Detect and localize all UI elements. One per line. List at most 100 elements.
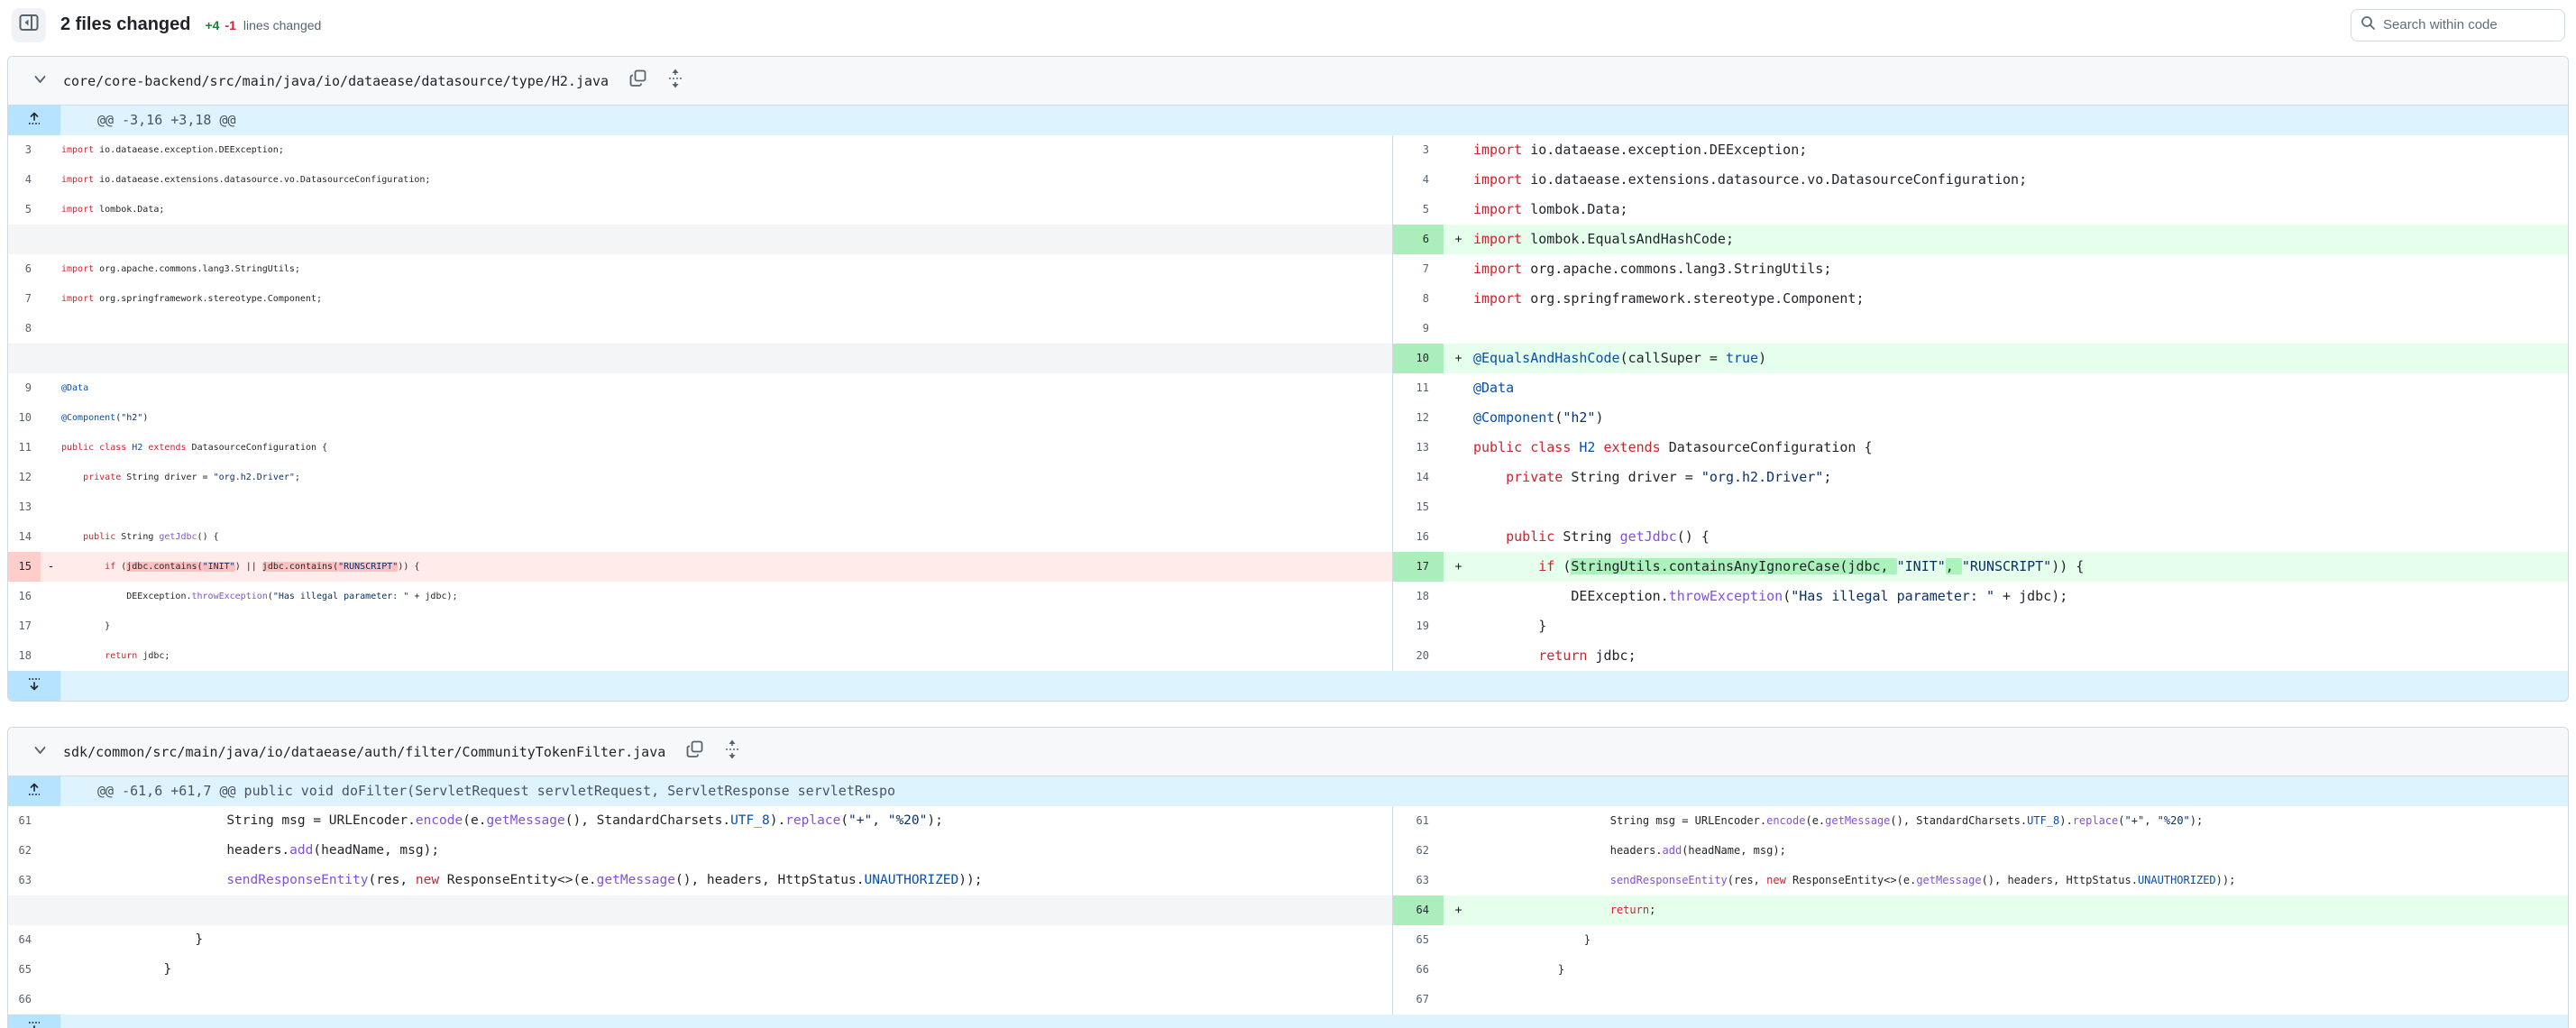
code-line: String msg = URLEncoder.encode(e.getMess… [61, 806, 1392, 836]
line-number[interactable]: 12 [1393, 403, 1444, 433]
line-number[interactable]: 14 [8, 522, 41, 552]
line-number[interactable]: 65 [8, 955, 41, 985]
line-number[interactable]: 4 [8, 165, 41, 195]
line-number[interactable]: 62 [8, 836, 41, 866]
diff-line-ctx: 14 private String driver = "org.h2.Drive… [1393, 463, 2568, 492]
expand-file-button[interactable] [725, 739, 739, 764]
line-number[interactable]: 11 [1393, 373, 1444, 403]
line-number[interactable]: 61 [1393, 806, 1444, 836]
line-number[interactable]: 62 [1393, 836, 1444, 866]
line-number[interactable]: 18 [1393, 582, 1444, 611]
search-input[interactable] [2383, 17, 2562, 32]
code-line: sendResponseEntity(res, new ResponseEnti… [61, 866, 1392, 895]
diff-sign [41, 806, 61, 836]
diff-row: 64 }65 } [8, 925, 2568, 955]
code-line: @Data [1473, 373, 2568, 403]
code-line: import lombok.EqualsAndHashCode; [1473, 225, 2568, 254]
diff-line-ctx: 16 DEException.throwException("Has illeg… [8, 582, 1393, 611]
diff-line-ctx: 65 } [1393, 925, 2568, 955]
copy-path-button[interactable] [628, 69, 648, 93]
diff-line-ctx: 3import io.dataease.exception.DEExceptio… [8, 135, 1393, 165]
line-number[interactable]: 66 [1393, 955, 1444, 985]
line-number[interactable]: 12 [8, 463, 41, 492]
diff-row: 64+ return; [8, 895, 2568, 925]
code-line: import org.springframework.stereotype.Co… [1473, 284, 2568, 314]
line-number[interactable]: 61 [8, 806, 41, 836]
diff-row: 5import lombok.Data;5import lombok.Data; [8, 195, 2568, 225]
expand-down-button[interactable] [8, 1014, 60, 1028]
expand-file-button[interactable] [668, 69, 683, 93]
sidebar-toggle-button[interactable] [12, 8, 46, 42]
code-line: } [1473, 925, 2568, 955]
expand-up-button[interactable] [8, 776, 60, 806]
diff-sign [1444, 582, 1473, 611]
code-line: import io.dataease.extensions.datasource… [61, 165, 1392, 195]
line-number[interactable]: 63 [8, 866, 41, 895]
line-number[interactable]: 13 [1393, 433, 1444, 463]
diff-sign [1444, 314, 1473, 344]
line-number[interactable]: 3 [8, 135, 41, 165]
diff-sign [41, 314, 61, 344]
line-number[interactable]: 8 [1393, 284, 1444, 314]
diff-row: 10+@EqualsAndHashCode(callSuper = true) [8, 344, 2568, 373]
line-number[interactable]: 64 [8, 925, 41, 955]
code-line [61, 985, 1392, 1014]
diff-line-ctx: 11 @Data [1393, 373, 2568, 403]
diff-sign [41, 135, 61, 165]
line-number[interactable]: 6 [1393, 225, 1444, 254]
line-number[interactable]: 13 [8, 492, 41, 522]
line-number[interactable]: 8 [8, 314, 41, 344]
collapse-file-button[interactable] [33, 744, 47, 760]
line-number[interactable]: 15 [8, 552, 41, 582]
line-number[interactable]: 5 [8, 195, 41, 225]
diff-line-ctx: 8 import org.springframework.stereotype.C… [1393, 284, 2568, 314]
file-card: core/core-backend/src/main/java/io/datae… [7, 56, 2569, 702]
expand-up-button[interactable] [8, 106, 60, 135]
line-number[interactable]: 16 [8, 582, 41, 611]
line-number[interactable]: 64 [1393, 895, 1444, 925]
code-search-box[interactable] [2351, 9, 2565, 41]
diff-line-ctx: 9 [1393, 314, 2568, 344]
diff-placeholder [8, 225, 1393, 254]
code-line: import lombok.Data; [61, 195, 1392, 225]
line-number[interactable]: 66 [8, 985, 41, 1014]
line-number[interactable]: 17 [1393, 552, 1444, 582]
diff-row: 11public class H2 extends DatasourceConf… [8, 433, 2568, 463]
code-line: DEException.throwException("Has illegal … [1473, 582, 2568, 611]
line-number[interactable]: 14 [1393, 463, 1444, 492]
line-number[interactable]: 7 [1393, 254, 1444, 284]
copy-path-button[interactable] [685, 739, 705, 764]
line-number[interactable]: 4 [1393, 165, 1444, 195]
line-number[interactable]: 16 [1393, 522, 1444, 552]
unfold-icon [725, 739, 739, 764]
lines-changed-label: lines changed [243, 18, 321, 32]
line-number[interactable]: 10 [1393, 344, 1444, 373]
line-number[interactable]: 17 [8, 611, 41, 641]
line-number[interactable]: 9 [8, 373, 41, 403]
line-number[interactable]: 10 [8, 403, 41, 433]
line-number[interactable]: 18 [8, 641, 41, 671]
collapse-file-button[interactable] [33, 73, 47, 89]
diff-line-ctx: 15 [1393, 492, 2568, 522]
diff-row: 66 67 [8, 985, 2568, 1014]
line-number[interactable]: 9 [1393, 314, 1444, 344]
line-number[interactable]: 6 [8, 254, 41, 284]
expand-up-icon [28, 783, 41, 801]
line-number[interactable]: 19 [1393, 611, 1444, 641]
line-number[interactable]: 11 [8, 433, 41, 463]
diff-row: 62 headers.add(headName, msg);62 headers… [8, 836, 2568, 866]
expand-down-button[interactable] [8, 671, 60, 701]
line-number[interactable]: 63 [1393, 866, 1444, 895]
line-number[interactable]: 15 [1393, 492, 1444, 522]
line-number[interactable]: 67 [1393, 985, 1444, 1014]
line-number[interactable]: 65 [1393, 925, 1444, 955]
line-number[interactable]: 7 [8, 284, 41, 314]
diff-line-ctx: 63 sendResponseEntity(res, new ResponseE… [1393, 866, 2568, 895]
line-number[interactable]: 5 [1393, 195, 1444, 225]
diff-line-ctx: 4import io.dataease.extensions.datasourc… [1393, 165, 2568, 195]
code-line: public String getJdbc() { [1473, 522, 2568, 552]
diff-line-ctx: 67 [1393, 985, 2568, 1014]
line-number[interactable]: 3 [1393, 135, 1444, 165]
line-number[interactable]: 20 [1393, 641, 1444, 671]
diff-line-ctx: 9@Data [8, 373, 1393, 403]
